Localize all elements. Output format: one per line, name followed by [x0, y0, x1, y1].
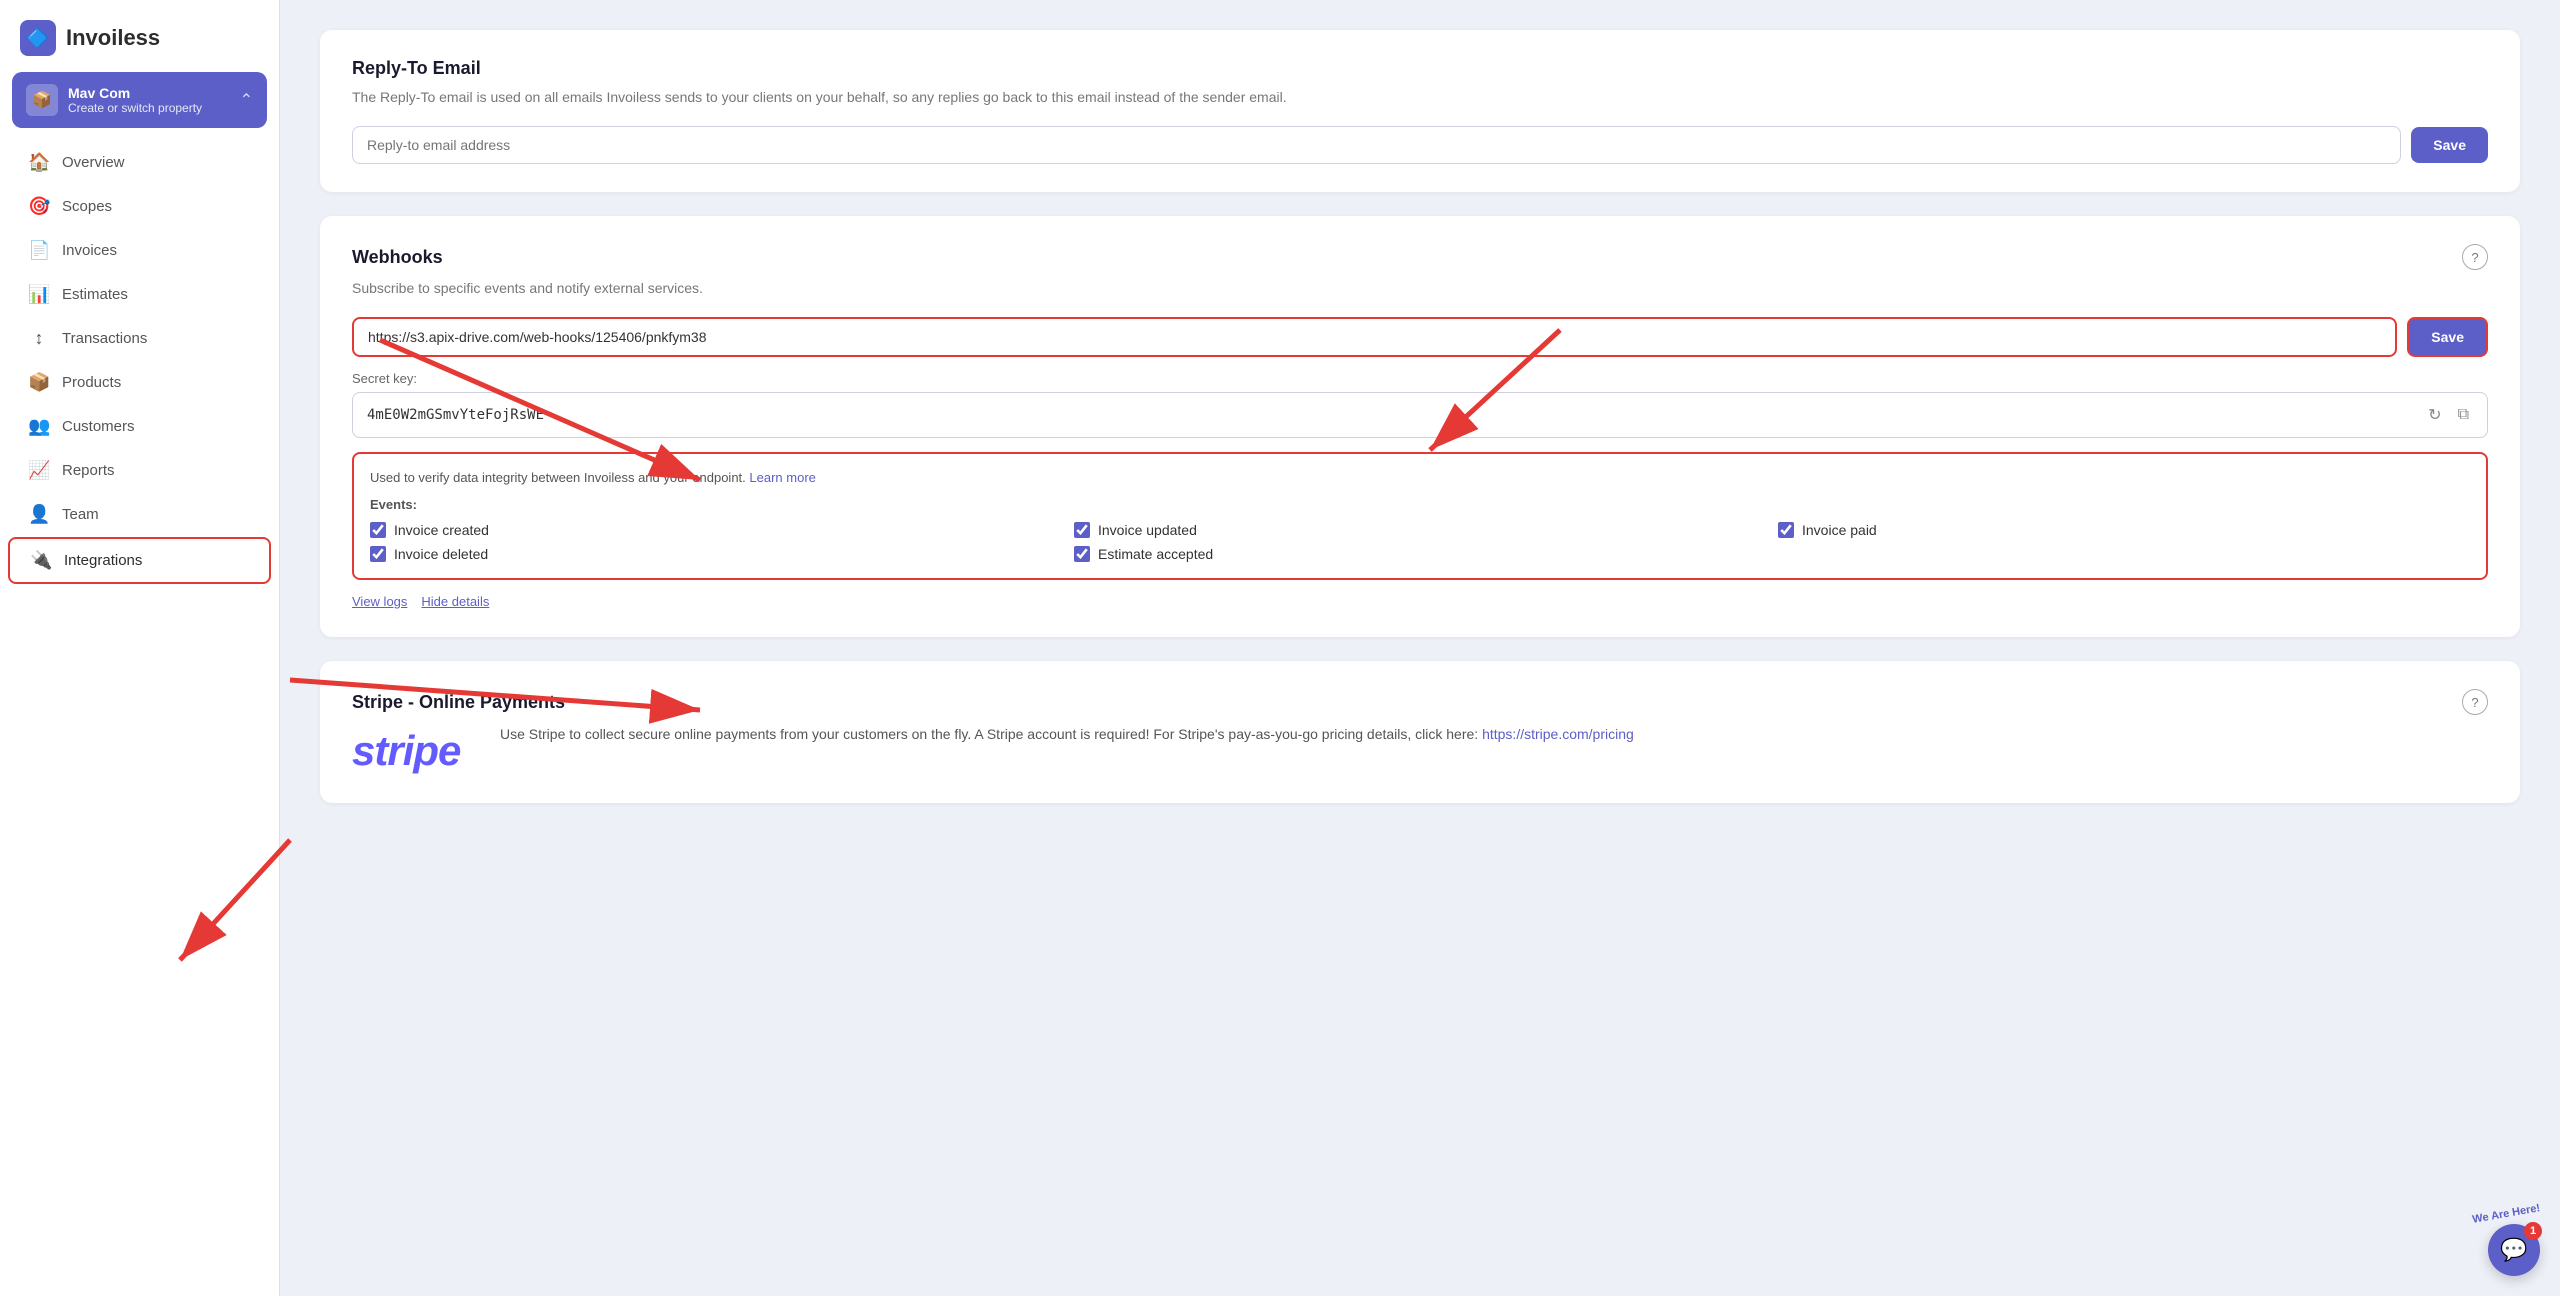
- event-label: Invoice updated: [1098, 522, 1197, 538]
- events-grid: Invoice created Invoice updated Invoice …: [370, 522, 2470, 562]
- sidebar-item-reports[interactable]: 📈 Reports: [8, 449, 271, 492]
- invoice-icon: 📄: [28, 240, 50, 261]
- sidebar-item-customers[interactable]: 👥 Customers: [8, 405, 271, 448]
- webhooks-section: Webhooks ? Subscribe to specific events …: [320, 216, 2520, 637]
- products-icon: 📦: [28, 372, 50, 393]
- secret-key-value: 4mE0W2mGSmvYteFojRsWE: [367, 407, 2416, 423]
- learn-more-link[interactable]: Learn more: [749, 470, 815, 485]
- app-name: Invoiless: [66, 25, 160, 51]
- chat-bubble-button[interactable]: 💬 1: [2488, 1224, 2540, 1276]
- reply-to-email-title: Reply-To Email: [352, 58, 481, 79]
- sidebar-item-integrations[interactable]: 🔌 Integrations: [8, 537, 271, 584]
- chevron-icon: ⌃: [240, 90, 253, 110]
- event-invoice-updated: Invoice updated: [1074, 522, 1766, 538]
- home-icon: 🏠: [28, 152, 50, 173]
- property-switcher[interactable]: 📦 Mav Com Create or switch property ⌃: [12, 72, 267, 128]
- sidebar-item-label: Reports: [62, 462, 115, 479]
- invoice-deleted-checkbox[interactable]: [370, 546, 386, 562]
- webhooks-header: Webhooks ?: [352, 244, 2488, 270]
- events-box: Used to verify data integrity between In…: [352, 452, 2488, 580]
- invoice-paid-checkbox[interactable]: [1778, 522, 1794, 538]
- invoice-created-checkbox[interactable]: [370, 522, 386, 538]
- sidebar-item-label: Transactions: [62, 330, 147, 347]
- webhook-save-button[interactable]: Save: [2407, 317, 2488, 357]
- team-icon: 👤: [28, 504, 50, 525]
- webhooks-title: Webhooks: [352, 247, 443, 268]
- stripe-title: Stripe - Online Payments: [352, 692, 565, 713]
- sidebar-item-scopes[interactable]: 🎯 Scopes: [8, 185, 271, 228]
- webhook-url-input[interactable]: [352, 317, 2397, 357]
- sidebar-item-overview[interactable]: 🏠 Overview: [8, 141, 271, 184]
- stripe-header: Stripe - Online Payments ?: [352, 689, 2488, 715]
- scopes-icon: 🎯: [28, 196, 50, 217]
- stripe-section: Stripe - Online Payments ? stripe Use St…: [320, 661, 2520, 803]
- sidebar-item-estimates[interactable]: 📊 Estimates: [8, 273, 271, 316]
- event-invoice-deleted: Invoice deleted: [370, 546, 1062, 562]
- stripe-content: stripe Use Stripe to collect secure onli…: [352, 723, 2488, 775]
- stripe-description: Use Stripe to collect secure online paym…: [500, 723, 1634, 745]
- stripe-pricing-link[interactable]: https://stripe.com/pricing: [1482, 726, 1634, 742]
- sidebar-item-invoices[interactable]: 📄 Invoices: [8, 229, 271, 272]
- section-header: Reply-To Email: [352, 58, 2488, 79]
- webhooks-desc: Subscribe to specific events and notify …: [352, 278, 2488, 299]
- sidebar-item-label: Team: [62, 506, 99, 523]
- reply-to-email-save-button[interactable]: Save: [2411, 127, 2488, 163]
- sidebar-item-label: Customers: [62, 418, 135, 435]
- app-logo: 🔷 Invoiless: [0, 0, 279, 72]
- events-integrity-text: Used to verify data integrity between In…: [370, 470, 2470, 485]
- refresh-secret-button[interactable]: ↻: [2424, 403, 2445, 427]
- event-invoice-created: Invoice created: [370, 522, 1062, 538]
- reply-to-email-section: Reply-To Email The Reply-To email is use…: [320, 30, 2520, 192]
- stripe-help-icon[interactable]: ?: [2462, 689, 2488, 715]
- sidebar-item-transactions[interactable]: ↕ Transactions: [8, 317, 271, 360]
- sidebar-item-team[interactable]: 👤 Team: [8, 493, 271, 536]
- sidebar-item-label: Overview: [62, 154, 125, 171]
- sidebar-item-label: Scopes: [62, 198, 112, 215]
- webhooks-help-icon[interactable]: ?: [2462, 244, 2488, 270]
- view-logs-button[interactable]: View logs: [352, 594, 407, 609]
- stripe-logo: stripe: [352, 723, 472, 775]
- customers-icon: 👥: [28, 416, 50, 437]
- sidebar-item-products[interactable]: 📦 Products: [8, 361, 271, 404]
- transactions-icon: ↕: [28, 328, 50, 349]
- event-invoice-paid: Invoice paid: [1778, 522, 2470, 538]
- secret-key-label: Secret key:: [352, 371, 2488, 386]
- sidebar: 🔷 Invoiless 📦 Mav Com Create or switch p…: [0, 0, 280, 1296]
- event-label: Invoice paid: [1802, 522, 1877, 538]
- main-content: Reply-To Email The Reply-To email is use…: [280, 0, 2560, 1296]
- logo-icon: 🔷: [20, 20, 56, 56]
- reports-icon: 📈: [28, 460, 50, 481]
- chat-notification-badge: 1: [2524, 1222, 2542, 1240]
- property-text: Mav Com Create or switch property: [68, 85, 230, 115]
- secret-key-row: 4mE0W2mGSmvYteFojRsWE ↻ ⧉: [352, 392, 2488, 438]
- view-logs-row: View logs Hide details: [352, 594, 2488, 609]
- property-name: Mav Com: [68, 85, 230, 101]
- estimate-accepted-checkbox[interactable]: [1074, 546, 1090, 562]
- events-label: Events:: [370, 497, 2470, 512]
- sidebar-item-label: Products: [62, 374, 121, 391]
- webhook-url-row: Save: [352, 317, 2488, 357]
- event-label: Invoice deleted: [394, 546, 488, 562]
- reply-to-email-input[interactable]: [352, 126, 2401, 164]
- sidebar-nav: 🏠 Overview 🎯 Scopes 📄 Invoices 📊 Estimat…: [0, 140, 279, 585]
- property-icon: 📦: [26, 84, 58, 116]
- reply-to-email-desc: The Reply-To email is used on all emails…: [352, 87, 2488, 108]
- chat-widget: We Are Here! 💬 1: [2472, 1208, 2540, 1276]
- sidebar-item-label: Estimates: [62, 286, 128, 303]
- reply-to-email-row: Save: [352, 126, 2488, 164]
- event-label: Estimate accepted: [1098, 546, 1213, 562]
- sidebar-item-label: Integrations: [64, 552, 142, 569]
- hide-details-button[interactable]: Hide details: [421, 594, 489, 609]
- invoice-updated-checkbox[interactable]: [1074, 522, 1090, 538]
- sidebar-item-label: Invoices: [62, 242, 117, 259]
- copy-secret-button[interactable]: ⧉: [2454, 404, 2473, 426]
- estimates-icon: 📊: [28, 284, 50, 305]
- event-estimate-accepted: Estimate accepted: [1074, 546, 1766, 562]
- integrations-icon: 🔌: [30, 550, 52, 571]
- property-subtitle: Create or switch property: [68, 101, 230, 115]
- event-label: Invoice created: [394, 522, 489, 538]
